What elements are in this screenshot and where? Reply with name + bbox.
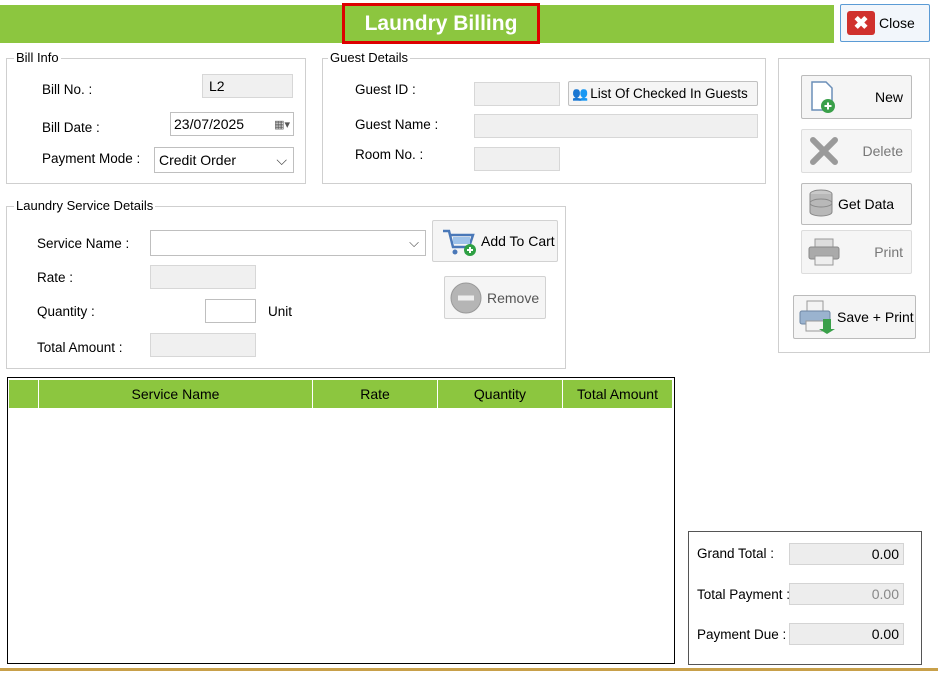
bottom-border bbox=[0, 668, 938, 671]
grand-total-field: 0.00 bbox=[789, 543, 904, 565]
guest-id-label: Guest ID : bbox=[355, 82, 416, 97]
grid-col-total-amount[interactable]: Total Amount bbox=[563, 380, 672, 408]
guest-name-field[interactable] bbox=[474, 114, 758, 138]
delete-icon bbox=[810, 137, 838, 165]
payment-mode-label: Payment Mode : bbox=[42, 151, 141, 166]
grid-col-service-name[interactable]: Service Name bbox=[39, 380, 313, 408]
bill-date-value: 23/07/2025 bbox=[174, 116, 245, 132]
bill-date-label: Bill Date : bbox=[42, 120, 100, 135]
save-print-icon bbox=[799, 300, 835, 334]
room-no-label: Room No. : bbox=[355, 147, 424, 162]
unit-label: Unit bbox=[268, 304, 293, 319]
print-button[interactable]: Print bbox=[801, 230, 912, 274]
grid-header: Service Name Rate Quantity Total Amount bbox=[9, 380, 672, 408]
add-to-cart-label: Add To Cart bbox=[481, 233, 555, 249]
payment-due-field: 0.00 bbox=[789, 623, 904, 645]
laundry-billing-window: Laundry Billing ✖ Close Bill Info Bill N… bbox=[0, 0, 938, 673]
remove-icon bbox=[450, 282, 482, 313]
totals-panel: Grand Total : 0.00 Total Payment : 0.00 … bbox=[688, 531, 922, 665]
database-icon bbox=[809, 189, 833, 217]
save-print-label: Save + Print bbox=[837, 309, 914, 325]
list-checked-in-guests-button[interactable]: 👥 List Of Checked In Guests bbox=[568, 81, 758, 106]
new-document-icon bbox=[811, 81, 835, 113]
bill-no-field[interactable]: L2 bbox=[202, 74, 293, 98]
get-data-button[interactable]: Get Data bbox=[801, 183, 912, 225]
bill-date-picker[interactable]: 23/07/2025 ▦▾ bbox=[170, 112, 294, 136]
delete-label: Delete bbox=[862, 143, 903, 159]
calendar-icon[interactable]: ▦▾ bbox=[274, 118, 290, 131]
close-button[interactable]: ✖ Close bbox=[840, 4, 930, 42]
guest-name-label: Guest Name : bbox=[355, 117, 439, 132]
rate-field[interactable] bbox=[150, 265, 256, 289]
new-label: New bbox=[874, 89, 903, 105]
service-name-label: Service Name : bbox=[37, 236, 130, 251]
printer-icon bbox=[808, 238, 840, 266]
remove-label: Remove bbox=[487, 289, 540, 306]
guests-icon: 👥 bbox=[572, 85, 589, 101]
close-icon: ✖ bbox=[847, 11, 875, 35]
quantity-input[interactable] bbox=[205, 299, 256, 323]
save-print-button[interactable]: Save + Print bbox=[793, 295, 916, 339]
remove-button[interactable]: Remove bbox=[444, 276, 546, 319]
service-name-select[interactable]: ⌵ bbox=[150, 230, 426, 256]
grid-col-rate[interactable]: Rate bbox=[313, 380, 438, 408]
quantity-label: Quantity : bbox=[37, 304, 95, 319]
total-amount-field[interactable] bbox=[150, 333, 256, 357]
guest-id-field[interactable] bbox=[474, 82, 560, 106]
payment-due-label: Payment Due : bbox=[697, 627, 787, 642]
bill-no-label: Bill No. : bbox=[42, 82, 93, 97]
total-payment-field: 0.00 bbox=[789, 583, 904, 605]
add-to-cart-button[interactable]: Add To Cart bbox=[432, 220, 558, 262]
new-button[interactable]: New bbox=[801, 75, 912, 119]
close-label: Close bbox=[879, 15, 915, 31]
print-label: Print bbox=[874, 244, 903, 260]
delete-button[interactable]: Delete bbox=[801, 129, 912, 173]
grand-total-label: Grand Total : bbox=[697, 546, 775, 561]
payment-mode-select[interactable]: Credit Order ⌵ bbox=[154, 147, 294, 173]
bill-info-legend: Bill Info bbox=[14, 50, 61, 65]
total-payment-label: Total Payment : bbox=[697, 587, 791, 602]
guest-details-legend: Guest Details bbox=[328, 50, 411, 65]
window-title: Laundry Billing bbox=[342, 3, 540, 44]
cart-icon bbox=[443, 229, 476, 256]
room-no-field[interactable] bbox=[474, 147, 560, 171]
laundry-service-legend: Laundry Service Details bbox=[14, 198, 156, 213]
total-amount-label: Total Amount : bbox=[37, 340, 123, 355]
list-checked-in-guests-label: List Of Checked In Guests bbox=[590, 86, 748, 101]
service-grid[interactable] bbox=[7, 377, 675, 664]
rate-label: Rate : bbox=[37, 270, 74, 285]
payment-mode-value: Credit Order bbox=[159, 152, 237, 168]
grid-col-quantity[interactable]: Quantity bbox=[438, 380, 563, 408]
chevron-down-icon: ⌵ bbox=[276, 151, 287, 168]
chevron-down-icon: ⌵ bbox=[409, 235, 419, 250]
grid-row-header-col bbox=[9, 380, 39, 408]
get-data-label: Get Data bbox=[838, 196, 895, 212]
